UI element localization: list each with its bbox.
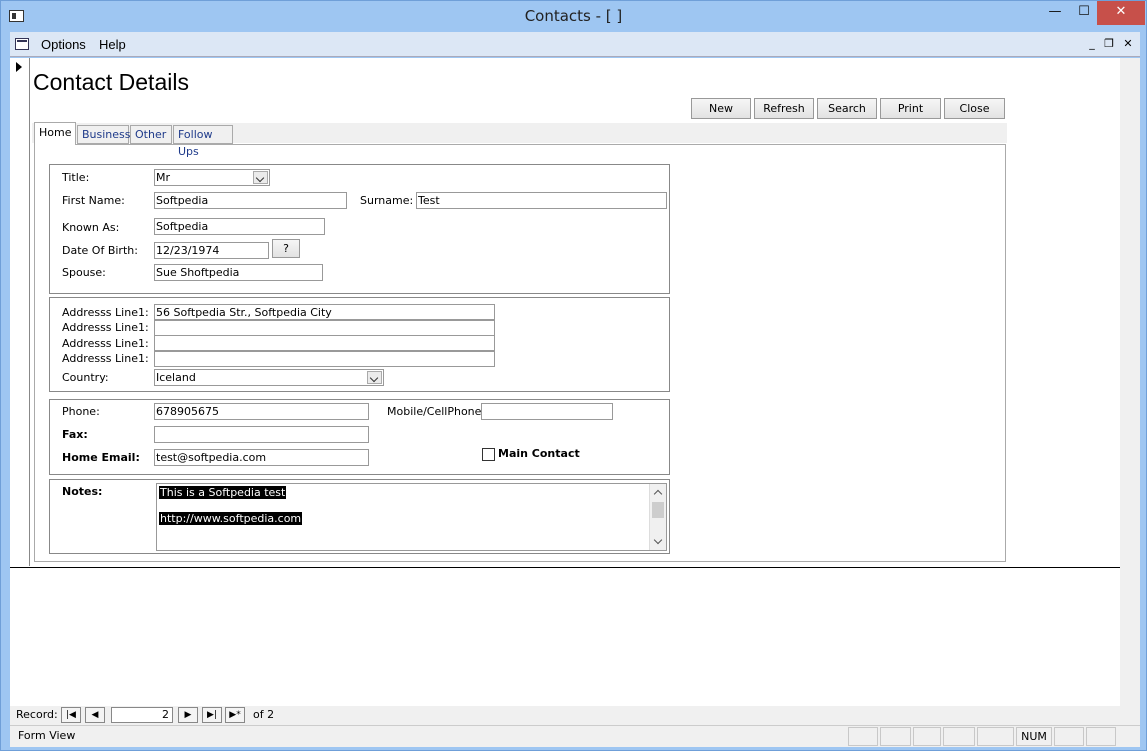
status-panel-3 (913, 727, 941, 746)
home-email-field[interactable]: test@softpedia.com (154, 449, 369, 466)
previous-record-button[interactable]: ◀ (85, 707, 105, 723)
form-title: Contact Details (33, 69, 189, 95)
num-lock-indicator: NUM (1016, 727, 1052, 746)
address-line-4-field[interactable] (154, 351, 495, 367)
form-right-margin (1120, 58, 1140, 706)
form-client-area: Contact Details New Refresh Search Print… (10, 58, 1140, 706)
tab-home[interactable]: Home (34, 122, 76, 145)
record-count-label: of 2 (253, 708, 275, 721)
title-select-value: Mr (156, 171, 171, 184)
country-select-value: Iceland (156, 371, 196, 384)
current-record-arrow-icon (16, 62, 22, 72)
mdi-restore-button[interactable]: ❐ (1102, 37, 1116, 51)
notes-line-2: http://www.softpedia.com (159, 512, 303, 525)
address-line-4-label: Addresss Line1: (62, 352, 149, 365)
scroll-thumb[interactable] (652, 502, 664, 518)
address-frame: Addresss Line1: 56 Softpedia Str., Softp… (49, 297, 670, 392)
status-bar: Form View NUM (10, 725, 1140, 747)
personal-details-frame: Title: Mr First Name: Softpedia Surname:… (49, 164, 670, 294)
first-name-field[interactable]: Softpedia (154, 192, 347, 209)
chevron-down-icon[interactable] (253, 171, 268, 184)
first-name-label: First Name: (62, 194, 125, 207)
main-contact-checkbox[interactable] (482, 448, 495, 461)
menu-bar: Options Help _ ❐ ✕ (10, 32, 1140, 57)
status-panel-7 (1054, 727, 1084, 746)
home-email-label: Home Email: (62, 451, 140, 464)
status-panel-1 (848, 727, 878, 746)
mdi-minimize-button[interactable]: _ (1085, 37, 1099, 51)
mdi-close-button[interactable]: ✕ (1121, 37, 1135, 51)
mobile-field[interactable] (481, 403, 613, 420)
status-panel-4 (943, 727, 975, 746)
notes-line-1: This is a Softpedia test (159, 486, 287, 499)
first-record-button[interactable]: |◀ (61, 707, 81, 723)
record-selector[interactable] (10, 58, 30, 566)
menu-options[interactable]: Options (41, 37, 86, 52)
chevron-down-icon[interactable] (367, 371, 382, 384)
spouse-field[interactable]: Sue Shoftpedia (154, 264, 323, 281)
record-navigation-bar: Record: |◀ ◀ 2 ▶ ▶| ▶* of 2 (10, 706, 1140, 725)
notes-textarea[interactable]: This is a Softpedia test http://www.soft… (156, 483, 667, 551)
maximize-button[interactable]: ☐ (1071, 1, 1097, 25)
tab-other[interactable]: Other (130, 125, 172, 144)
application-window: Contacts - [ ] — ☐ ✕ Options Help _ ❐ ✕ … (0, 0, 1147, 751)
record-label: Record: (16, 708, 58, 721)
address-line-1-label: Addresss Line1: (62, 306, 149, 319)
address-line-1-field[interactable]: 56 Softpedia Str., Softpedia City (154, 304, 495, 320)
country-select[interactable]: Iceland (154, 369, 384, 386)
address-line-2-field[interactable] (154, 320, 495, 336)
notes-scrollbar[interactable] (649, 484, 666, 550)
phone-field[interactable]: 678905675 (154, 403, 369, 420)
contact-methods-frame: Phone: 678905675 Mobile/CellPhone: Fax: … (49, 399, 670, 475)
surname-label: Surname: (360, 194, 414, 207)
title-bar: Contacts - [ ] — ☐ ✕ (1, 1, 1146, 32)
title-select[interactable]: Mr (154, 169, 270, 186)
country-label: Country: (62, 371, 109, 384)
known-as-field[interactable]: Softpedia (154, 218, 325, 235)
known-as-label: Known As: (62, 221, 120, 234)
next-record-button[interactable]: ▶ (178, 707, 198, 723)
date-picker-button[interactable]: ? (272, 239, 300, 258)
tab-follow-ups[interactable]: Follow Ups (173, 125, 233, 158)
new-record-button[interactable]: ▶* (225, 707, 245, 723)
notes-frame: Notes: This is a Softpedia test http://w… (49, 479, 670, 554)
close-window-button[interactable]: ✕ (1097, 1, 1145, 25)
main-contact-label: Main Contact (498, 447, 580, 460)
title-label: Title: (62, 171, 90, 184)
address-line-3-field[interactable] (154, 335, 495, 351)
mobile-label: Mobile/CellPhone: (387, 405, 486, 418)
scroll-up-icon[interactable] (653, 489, 663, 499)
fax-field[interactable] (154, 426, 369, 443)
form-document-icon[interactable] (15, 38, 29, 50)
window-title: Contacts - [ ] (524, 7, 623, 25)
dob-label: Date Of Birth: (62, 244, 138, 257)
notes-label: Notes: (62, 485, 103, 498)
minimize-button[interactable]: — (1039, 1, 1071, 25)
status-panel-5 (977, 727, 1014, 746)
search-button[interactable]: Search (817, 98, 877, 119)
menu-help[interactable]: Help (99, 37, 126, 52)
phone-label: Phone: (62, 405, 100, 418)
address-line-3-label: Addresss Line1: (62, 337, 149, 350)
spouse-label: Spouse: (62, 266, 106, 279)
dob-field[interactable]: 12/23/1974 (154, 242, 269, 259)
surname-field[interactable]: Test (416, 192, 667, 209)
status-panel-2 (880, 727, 911, 746)
close-form-button[interactable]: Close (944, 98, 1005, 119)
form-section-divider (10, 567, 1120, 568)
scroll-down-icon[interactable] (653, 535, 663, 545)
status-panel-8 (1086, 727, 1116, 746)
tab-business[interactable]: Business (77, 125, 131, 144)
refresh-button[interactable]: Refresh (754, 98, 814, 119)
last-record-button[interactable]: ▶| (202, 707, 222, 723)
fax-label: Fax: (62, 428, 88, 441)
status-view-text: Form View (18, 729, 76, 742)
address-line-2-label: Addresss Line1: (62, 321, 149, 334)
new-button[interactable]: New (691, 98, 751, 119)
record-number-input[interactable]: 2 (111, 707, 173, 723)
print-button[interactable]: Print (880, 98, 941, 119)
